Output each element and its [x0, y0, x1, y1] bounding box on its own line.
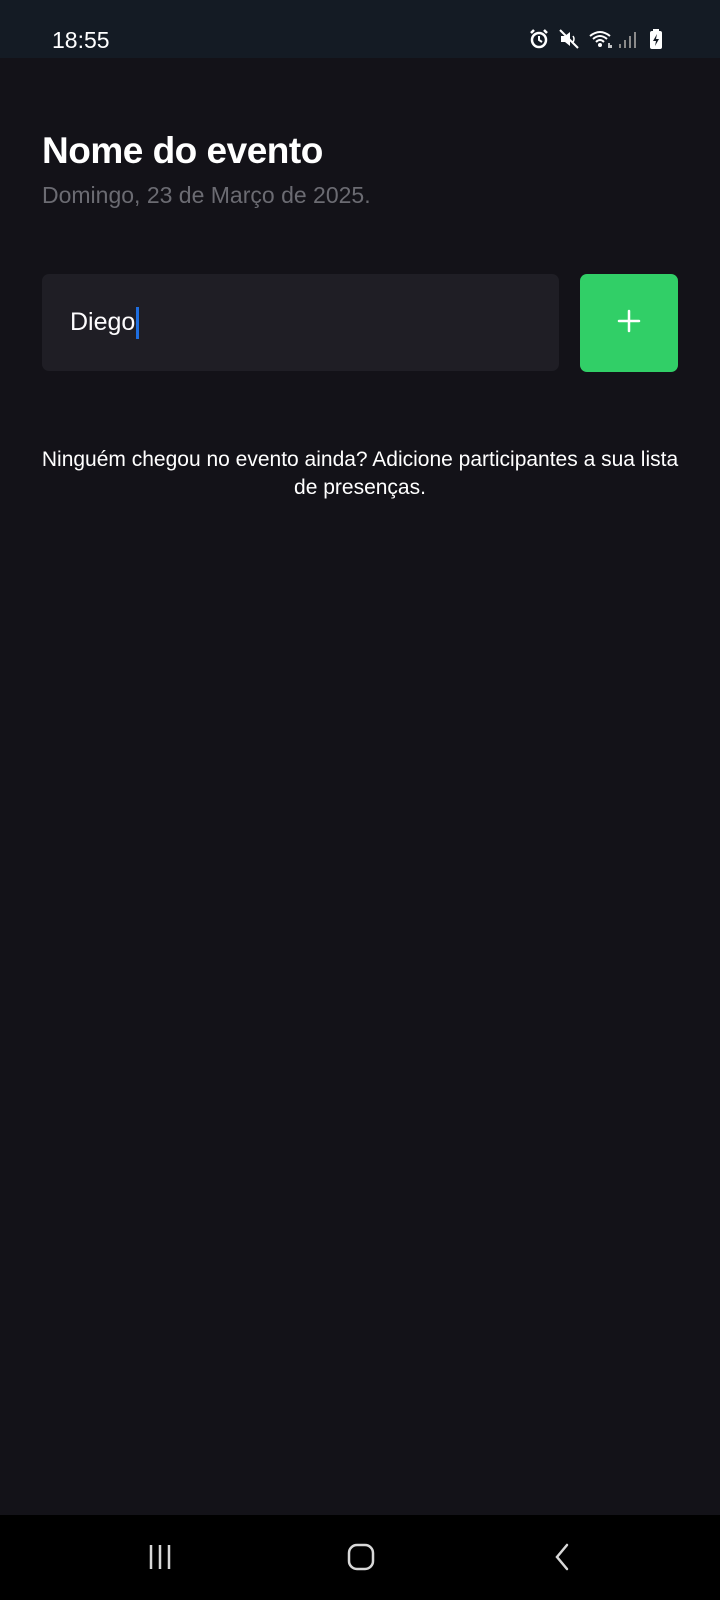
event-title: Nome do evento	[42, 130, 323, 171]
status-time: 18:55	[52, 27, 110, 53]
wifi-icon	[588, 28, 612, 50]
back-icon[interactable]	[540, 1535, 584, 1579]
participant-name-value: Diego	[70, 308, 136, 336]
signal-icon	[618, 28, 640, 50]
participant-name-input[interactable]: Diego	[42, 274, 559, 371]
empty-state-message: Ninguém chegou no evento ainda? Adicione…	[41, 448, 679, 499]
status-bar: 18:55	[0, 0, 720, 58]
recent-apps-icon[interactable]	[138, 1535, 182, 1579]
text-cursor	[136, 306, 140, 339]
home-icon[interactable]	[339, 1535, 383, 1579]
mute-icon	[558, 28, 580, 50]
add-participant-button[interactable]	[580, 274, 678, 372]
navigation-bar	[0, 1515, 720, 1600]
status-icons	[528, 28, 670, 50]
alarm-icon	[528, 28, 550, 50]
event-date: Domingo, 23 de Março de 2025.	[42, 182, 371, 208]
plus-icon	[617, 309, 641, 338]
battery-icon	[648, 28, 670, 50]
